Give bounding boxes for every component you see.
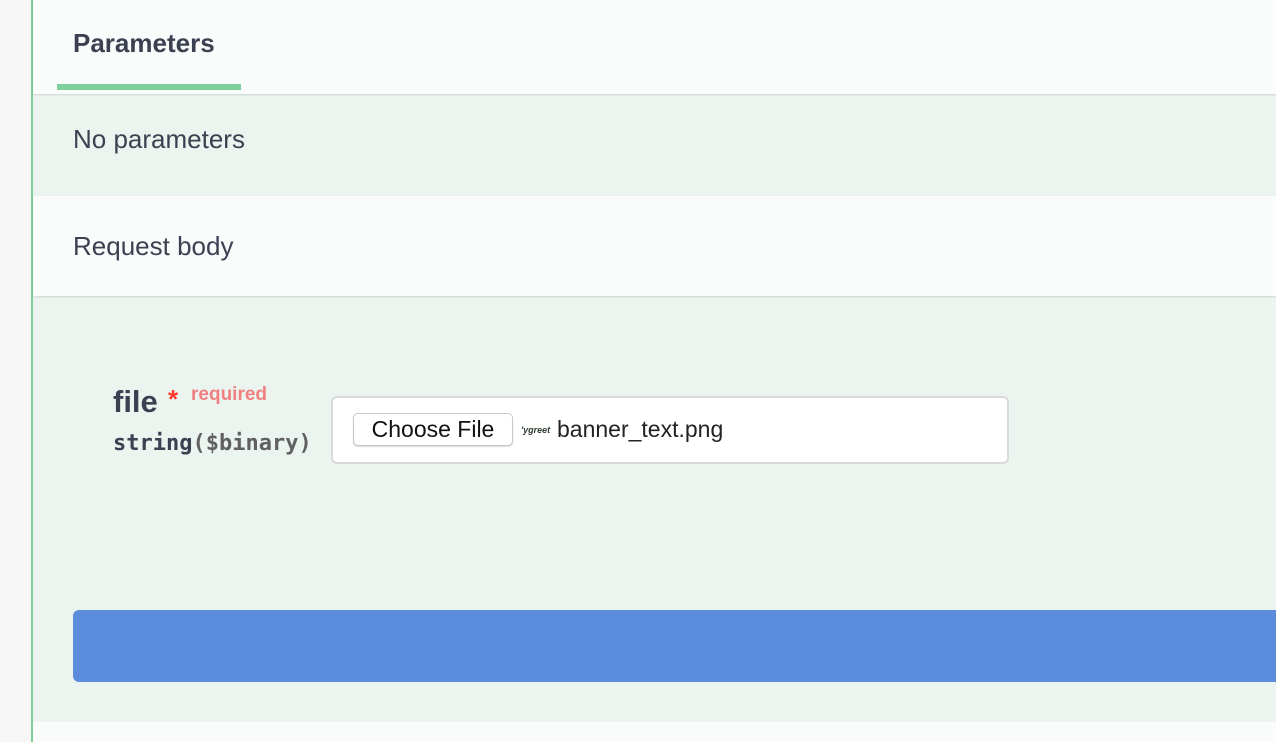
choose-file-button[interactable]: Choose File <box>353 413 513 446</box>
parameters-header: Parameters <box>33 0 1276 94</box>
request-body-title: Request body <box>73 231 234 261</box>
operation-block: Parameters No parameters Request body fi… <box>31 0 1276 742</box>
required-marker: * <box>168 384 179 414</box>
tab-parameters[interactable]: Parameters <box>57 0 241 90</box>
file-thumbnail-icon: 'ygreet <box>521 425 551 435</box>
file-input[interactable]: Choose File 'ygreet banner_text.png <box>331 396 1009 464</box>
block-footer <box>33 722 1276 742</box>
param-type-format: ($binary) <box>192 431 312 456</box>
tab-active-indicator <box>57 84 241 90</box>
required-label: required <box>191 384 268 405</box>
request-body-header: Request body <box>33 196 1276 296</box>
tab-parameters-label: Parameters <box>73 28 215 58</box>
no-parameters-text: No parameters <box>73 124 245 154</box>
execute-button[interactable] <box>73 610 1276 682</box>
param-type-name: string <box>113 431 193 456</box>
selected-file-name: banner_text.png <box>557 416 724 442</box>
thumbnail-text: 'ygreet <box>521 425 551 435</box>
left-gutter <box>0 0 31 742</box>
param-name: file <box>113 384 158 419</box>
param-type: string($binary) <box>113 431 312 456</box>
